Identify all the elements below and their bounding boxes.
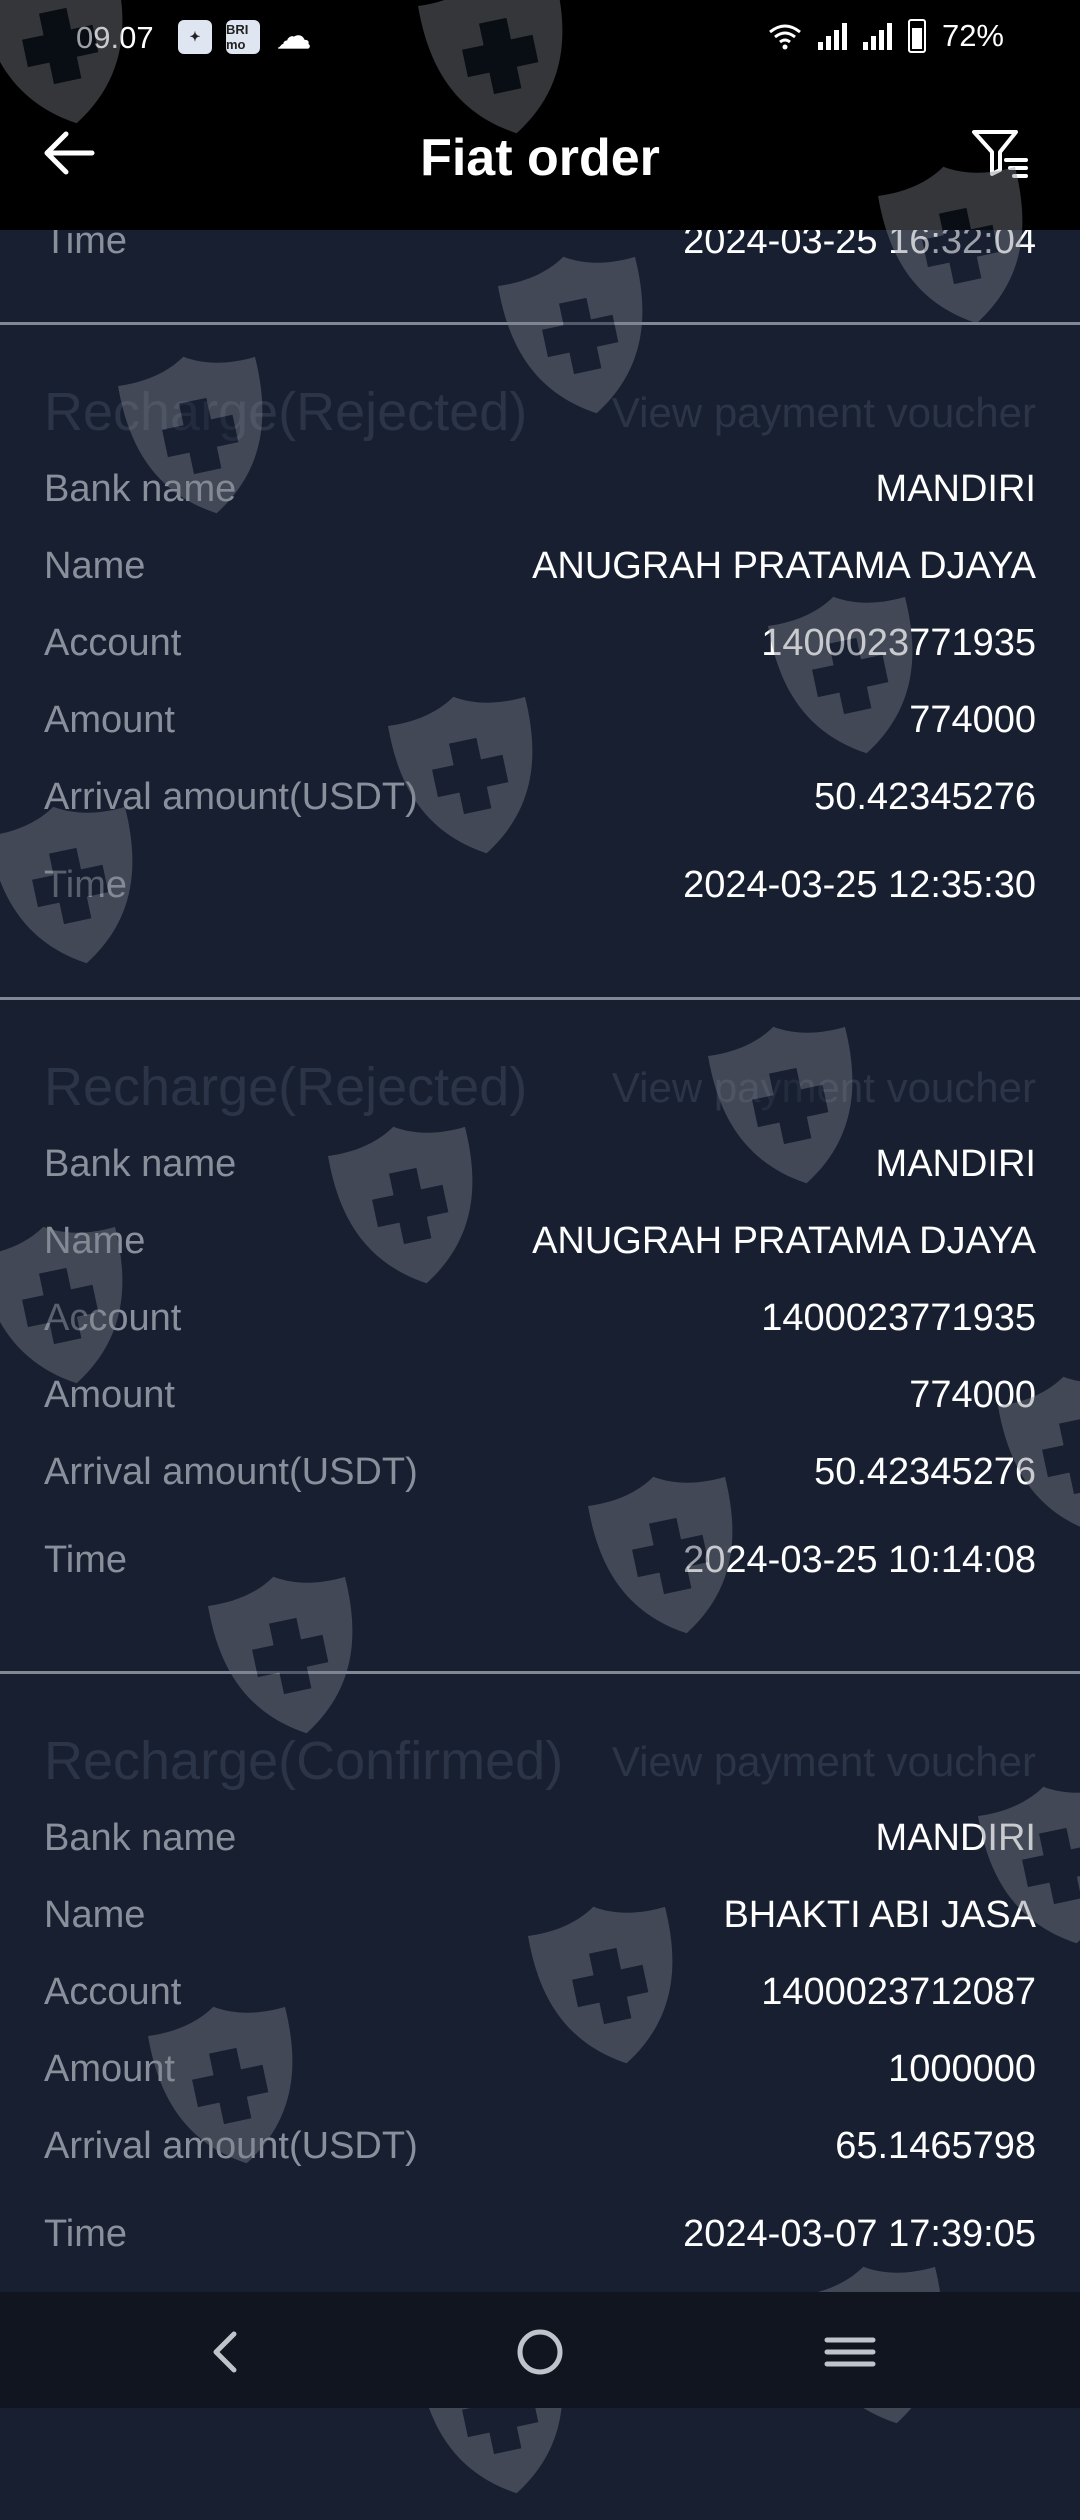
page-title: Fiat order [420, 129, 660, 187]
arrival-amount-value: 65.1465798 [835, 2125, 1036, 2167]
brimo-app-icon: BRI mo [226, 20, 260, 54]
nav-recents-button[interactable] [815, 2322, 885, 2382]
view-payment-voucher-link[interactable]: View payment voucher [612, 389, 1036, 437]
nav-home-button[interactable] [505, 2322, 575, 2382]
amount-label: Amount [44, 2048, 175, 2090]
home-nav-icon [517, 2329, 563, 2375]
signal-icon-2 [862, 22, 892, 50]
amount-label: Amount [44, 699, 175, 741]
filter-button[interactable] [970, 126, 1030, 182]
name-label: Name [44, 545, 146, 587]
name-value: ANUGRAH PRATAMA DJAYA [532, 1220, 1036, 1262]
bank-name-value: MANDIRI [875, 1817, 1036, 1859]
name-label: Name [44, 1894, 146, 1936]
name-label: Name [44, 1220, 146, 1262]
amount-label: Amount [44, 1374, 175, 1416]
wifi-icon [769, 24, 801, 50]
amount-value: 1000000 [888, 2048, 1036, 2090]
order-card-partial: Time 2024-03-25 16:32:04 [0, 230, 1080, 262]
bank-name-value: MANDIRI [875, 468, 1036, 510]
order-card: Recharge(Rejected) View payment voucher … [0, 325, 1080, 906]
cloud-icon: ☁ [277, 18, 311, 56]
order-status: Recharge(Rejected) [44, 382, 528, 442]
recents-nav-icon [824, 2337, 876, 2367]
app-header: Fiat order [0, 76, 1080, 230]
order-card: Recharge(Rejected) View payment voucher … [0, 1000, 1080, 1672]
account-value: 1400023712087 [761, 1971, 1036, 2013]
account-label: Account [44, 1297, 182, 1339]
amount-value: 774000 [909, 1374, 1036, 1416]
arrival-amount-label: Arrival amount(USDT) [44, 2125, 418, 2167]
bank-name-label: Bank name [44, 468, 237, 510]
time-value: 2024-03-25 16:32:04 [683, 230, 1036, 262]
time-value: 2024-03-07 17:39:05 [683, 2213, 1036, 2255]
account-label: Account [44, 1971, 182, 2013]
view-payment-voucher-link[interactable]: View payment voucher [612, 1064, 1036, 1112]
time-label: Time [44, 864, 128, 906]
order-status: Recharge(Confirmed) [44, 1731, 564, 1791]
arrival-amount-value: 50.42345276 [814, 1451, 1036, 1493]
arrival-amount-label: Arrival amount(USDT) [44, 776, 418, 818]
arrival-amount-value: 50.42345276 [814, 776, 1036, 818]
nav-back-button[interactable] [192, 2322, 262, 2382]
view-payment-voucher-link[interactable]: View payment voucher [612, 1738, 1036, 1786]
order-list[interactable]: Time 2024-03-25 16:32:04 Recharge(Reject… [0, 230, 1080, 2292]
amount-value: 774000 [909, 699, 1036, 741]
status-bar: 09.07 ✦ BRI mo ☁ 72% [0, 0, 1080, 76]
time-value: 2024-03-25 12:35:30 [683, 864, 1036, 906]
order-status: Recharge(Rejected) [44, 1057, 528, 1117]
arrival-amount-label: Arrival amount(USDT) [44, 1451, 418, 1493]
bank-name-value: MANDIRI [875, 1143, 1036, 1185]
battery-percent: 72% [941, 18, 1004, 53]
signal-icon [817, 22, 847, 50]
back-nav-icon [213, 2331, 237, 2373]
time-value: 2024-03-25 10:14:08 [683, 1539, 1036, 1581]
name-value: ANUGRAH PRATAMA DJAYA [532, 545, 1036, 587]
account-value: 1400023771935 [761, 622, 1036, 664]
time-label: Time [44, 230, 128, 262]
time-label: Time [44, 2213, 128, 2255]
bank-name-label: Bank name [44, 1143, 237, 1185]
status-time: 09.07 [76, 20, 154, 55]
account-value: 1400023771935 [761, 1297, 1036, 1339]
filter-icon [972, 130, 1028, 178]
account-label: Account [44, 622, 182, 664]
bank-name-label: Bank name [44, 1817, 237, 1859]
notification-app-icon: ✦ [178, 20, 212, 54]
time-label: Time [44, 1539, 128, 1581]
navigation-bar [0, 2292, 1080, 2408]
name-value: BHAKTI ABI JASA [723, 1894, 1036, 1936]
order-card: Recharge(Confirmed) View payment voucher… [0, 1674, 1080, 2292]
battery-icon [907, 19, 926, 53]
